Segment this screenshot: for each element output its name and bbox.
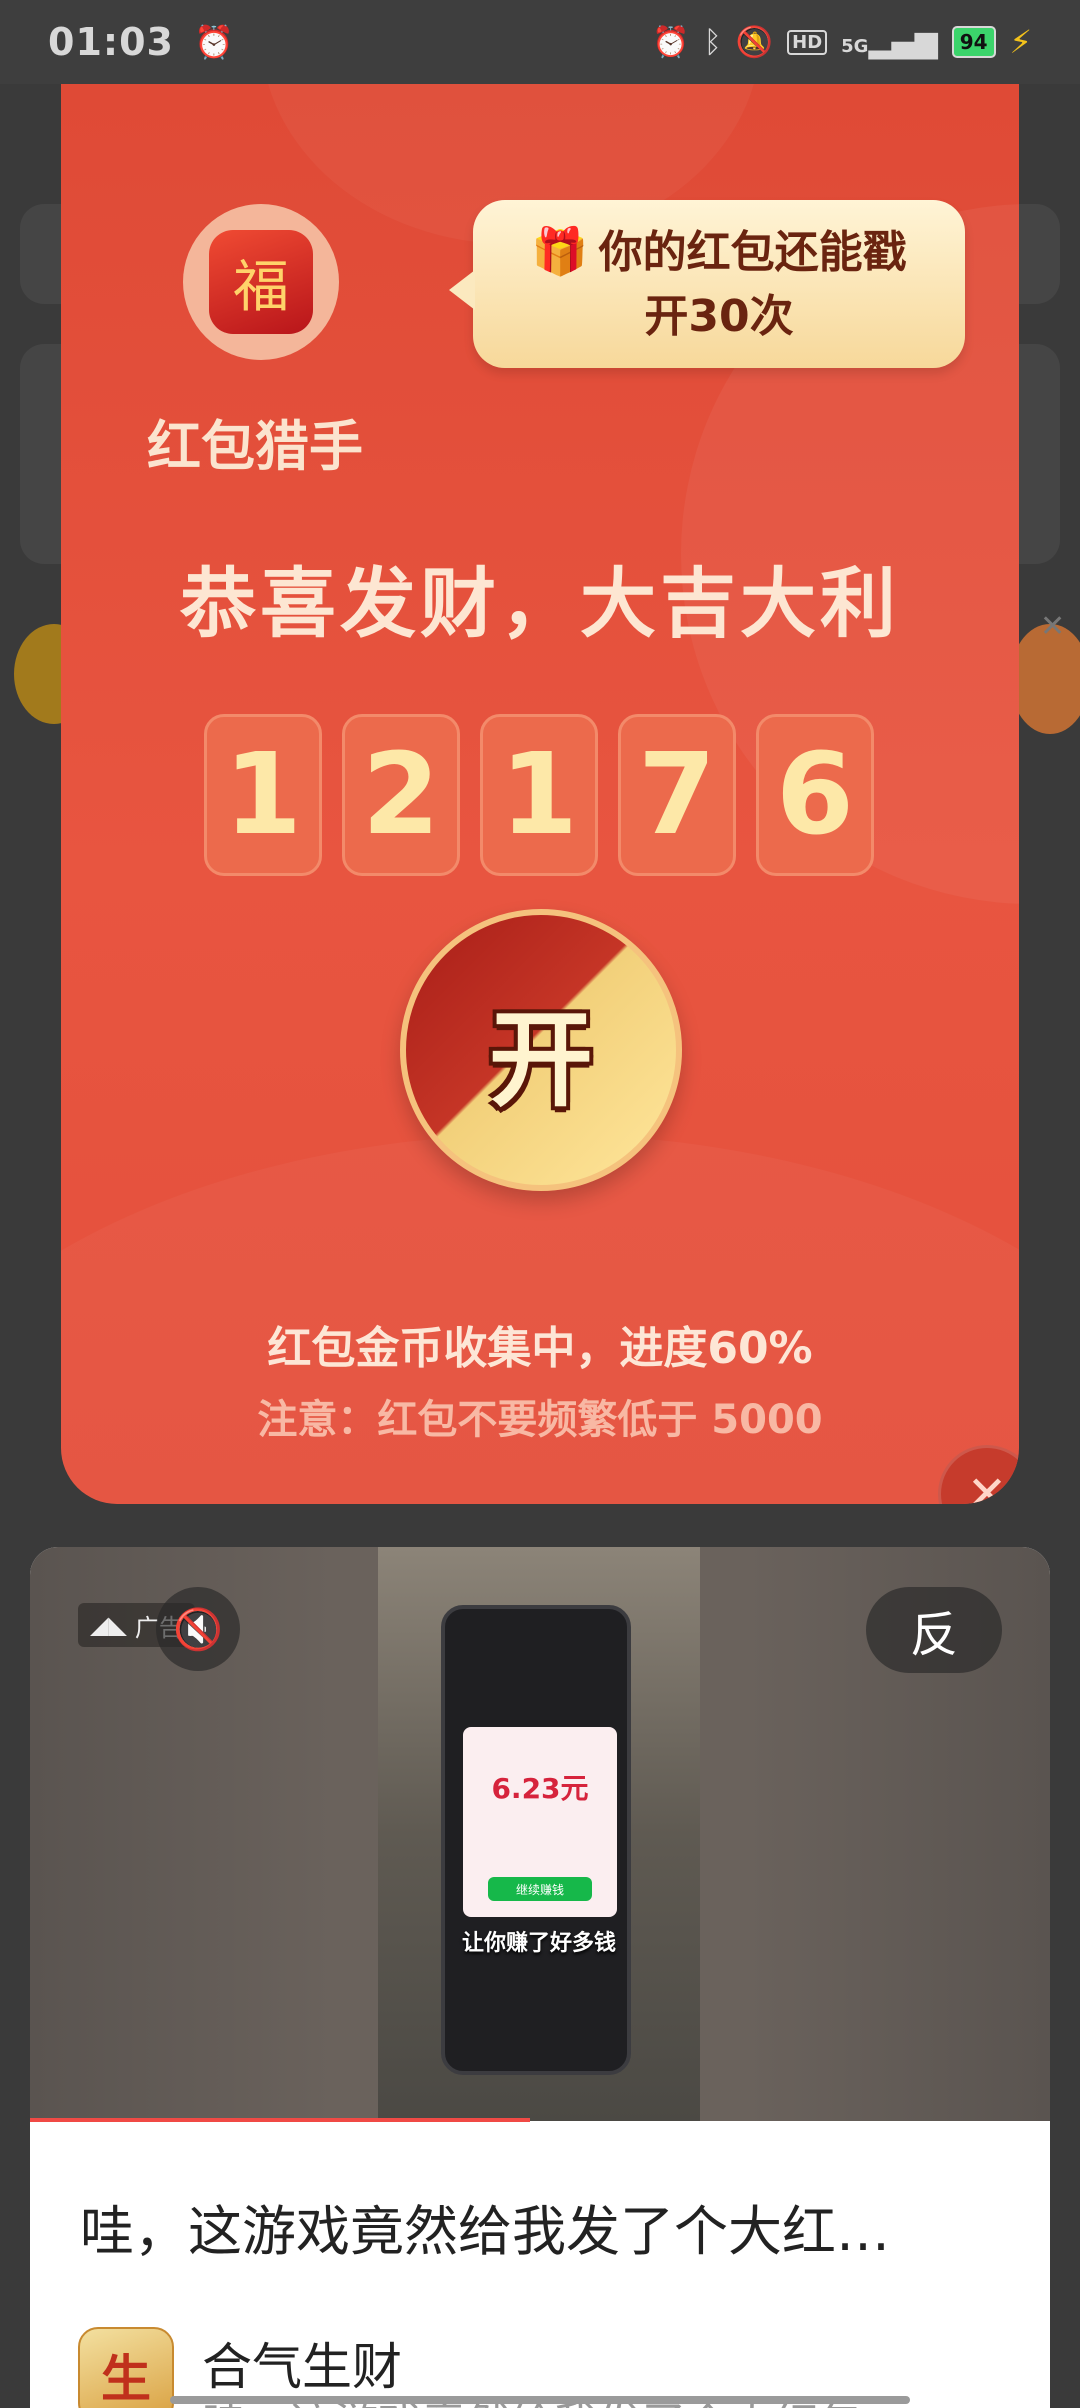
phone-image: 6.23元 继续赚钱 [441,1605,631,2075]
counter-digit: 7 [618,714,736,876]
app-name: 红包猎手 [147,415,363,478]
bluetooth-icon: ᛒ [703,24,722,60]
report-button[interactable]: 反 [866,1587,1002,1673]
charging-icon: ⚡ [1009,23,1032,61]
ad-logo-icon: ◢◣ [90,1611,127,1639]
gift-icon: 🎁 [531,224,589,278]
video-amount: 6.23元 [491,1772,589,1805]
alarm-icon: ⏰ [193,23,234,61]
ad-app-icon[interactable]: 生 [78,2327,174,2408]
counter-digit: 2 [342,714,460,876]
status-bar: 01:03 ⏰ ⏰ ᛒ 🔕 HD 5G▂▄▆ 94 ⚡ [0,0,1080,84]
report-label: 反 [909,1607,958,1663]
status-icons: ⏰ ᛒ 🔕 HD 5G▂▄▆ 94 ⚡ [652,23,1032,61]
coin-counter: 1 2 1 7 6 [204,714,874,876]
speaker-muted-icon: 🔇 [173,1606,223,1653]
status-time: 01:03 [48,20,174,64]
open-envelope-button[interactable]: 开 [400,909,682,1191]
counter-digit: 1 [204,714,322,876]
open-label: 开 [488,998,593,1121]
ad-title[interactable]: 哇，这游戏竟然给我发了个大红… [80,2187,1020,2266]
signal-icon: 5G▂▄▆ [841,24,938,60]
home-indicator[interactable] [170,2396,910,2404]
bubble-line2: 开30次 [644,291,794,342]
hd-badge: HD [787,29,828,55]
ad-video-frame: 6.23元 继续赚钱 让你赚了好多钱 [378,1547,700,2121]
battery-indicator: 94 [951,26,996,58]
video-continue-button: 继续赚钱 [488,1877,592,1901]
progress-text: 红包金币收集中，进度60% [267,1323,813,1374]
headline: 恭喜发财，大吉大利 [180,559,900,648]
video-ad-card[interactable]: 6.23元 继续赚钱 让你赚了好多钱 ◢◣ 广告 🔇 反 哇，这游戏竟然给我发了… [30,1547,1050,2408]
phone-screen: 6.23元 继续赚钱 [463,1727,617,1917]
video-caption: 让你赚了好多钱 [461,1931,616,1956]
alarm-icon: ⏰ [652,24,690,60]
mahjong-tile-icon: 生 [101,2350,151,2408]
bubble-line1: 你的红包还能戳 [598,227,907,278]
red-envelope-modal: 福 红包猎手 🎁 你的红包还能戳 开30次 恭喜发财，大吉大利 1 2 1 7 6… [61,84,1019,1504]
chances-bubble: 🎁 你的红包还能戳 开30次 [449,200,965,368]
app-avatar: 福 [183,204,339,360]
mute-button[interactable]: 🔇 [156,1587,240,1671]
video-progress-bar [30,2118,530,2122]
counter-digit: 1 [480,714,598,876]
notice-text: 注意：红包不要频繁低于 5000 [257,1397,823,1443]
god-of-wealth-icon: 福 [209,230,313,334]
mute-bell-icon: 🔕 [735,24,774,60]
close-icon: ✕ [966,1466,1008,1504]
counter-digit: 6 [756,714,874,876]
bg-close-icon: ✕ [1040,609,1066,644]
ad-video-player[interactable]: 6.23元 继续赚钱 让你赚了好多钱 ◢◣ 广告 🔇 反 [30,1547,1050,2122]
